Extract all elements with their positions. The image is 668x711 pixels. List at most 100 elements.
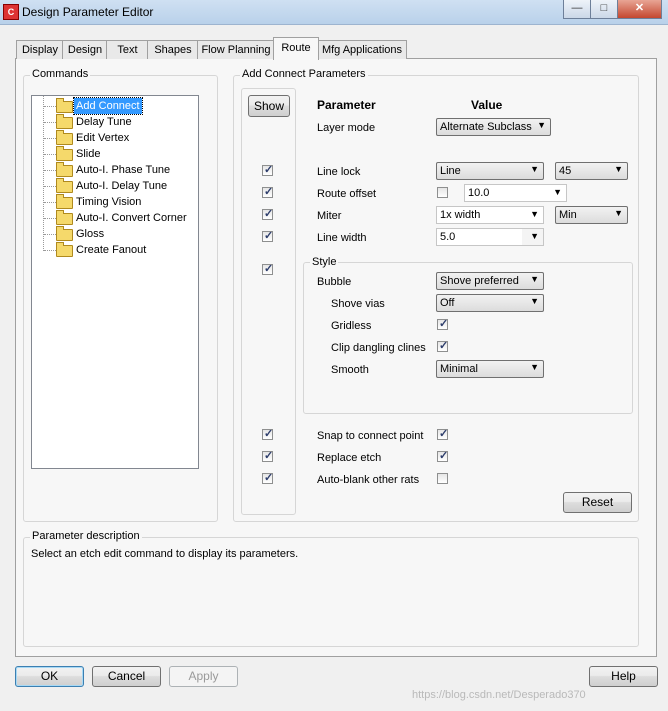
line-width-show-checkbox[interactable] [262,229,273,242]
tab-display[interactable]: Display [16,40,64,59]
tree-item-label: Auto-I. Convert Corner [76,212,187,224]
tree-item-label: Slide [76,148,101,160]
bubble-select[interactable]: Shove preferred ▼ [436,272,544,290]
line-lock-angle-select[interactable]: 45 ▼ [555,162,628,180]
chevron-down-icon: ▼ [530,209,539,219]
title-bar[interactable]: C Design Parameter Editor — □ ✕ [0,0,668,25]
miter-field[interactable]: 1x width ▼ [436,206,544,224]
route-offset-checkbox[interactable] [437,187,448,198]
watermark-text: https://blog.csdn.net/Desperado370 [412,689,586,701]
apply-button[interactable]: Apply [169,666,238,687]
commands-tree[interactable]: Add Connect Delay Tune Edit Vertex Slide… [31,95,199,469]
chevron-down-icon: ▼ [614,208,623,218]
tab-shapes[interactable]: Shapes [147,40,199,59]
shove-vias-label: Shove vias [331,298,385,310]
folder-icon [56,130,73,145]
auto-blank-label: Auto-blank other rats [317,474,420,486]
snap-checkbox[interactable] [437,427,448,440]
replace-etch-checkbox[interactable] [437,449,448,462]
tree-item-label: Create Fanout [76,244,147,256]
route-offset-label: Route offset [317,188,377,200]
tab-mfg-applications[interactable]: Mfg Applications [317,40,407,59]
miter-mode-select[interactable]: Min ▼ [555,206,628,224]
description-label: Parameter description [30,530,142,542]
clip-dangling-label: Clip dangling clines [331,342,426,354]
folder-icon [56,98,73,113]
auto-blank-checkbox[interactable] [437,473,448,484]
tree-item-auto-delay-tune[interactable]: Auto-I. Delay Tune [32,178,196,194]
line-lock-select[interactable]: Line ▼ [436,162,544,180]
tree-item-timing-vision[interactable]: Timing Vision [32,194,196,210]
chevron-down-icon: ▼ [537,120,546,130]
tree-item-delay-tune[interactable]: Delay Tune [32,114,196,130]
tree-item-create-fanout[interactable]: Create Fanout [32,242,196,258]
route-offset-show-checkbox[interactable] [262,185,273,198]
close-button[interactable]: ✕ [617,0,662,19]
style-show-checkbox[interactable] [262,262,273,275]
gridless-checkbox[interactable] [437,317,448,330]
folder-icon [56,226,73,241]
tree-item-auto-convert-corner[interactable]: Auto-I. Convert Corner [32,210,196,226]
folder-icon [56,194,73,209]
tree-item-label: Add Connect [73,97,143,115]
smooth-label: Smooth [331,364,369,376]
folder-icon [56,162,73,177]
tree-item-add-connect[interactable]: Add Connect [32,97,196,115]
parameter-header: Parameter [317,98,376,112]
chevron-down-icon: ▼ [530,274,539,284]
maximize-button[interactable]: □ [590,0,618,19]
folder-icon [56,210,73,225]
chevron-down-icon: ▼ [530,362,539,372]
clip-dangling-checkbox[interactable] [437,339,448,352]
folder-icon [56,242,73,257]
commands-label: Commands [30,68,91,80]
folder-icon [56,146,73,161]
tree-item-label: Auto-I. Phase Tune [76,164,171,176]
tab-text[interactable]: Text [106,40,149,59]
style-group-label: Style [310,256,339,268]
tab-route[interactable]: Route [273,37,319,60]
route-offset-field[interactable]: 10.0 ▼ [464,184,567,202]
tree-item-slide[interactable]: Slide [32,146,196,162]
cancel-button[interactable]: Cancel [92,666,161,687]
replace-etch-show-checkbox[interactable] [262,449,273,462]
auto-blank-show-checkbox[interactable] [262,471,273,484]
gridless-label: Gridless [331,320,372,332]
miter-label: Miter [317,210,342,222]
ok-button[interactable]: OK [15,666,84,687]
shove-vias-select[interactable]: Off ▼ [436,294,544,312]
smooth-select[interactable]: Minimal ▼ [436,360,544,378]
show-button[interactable]: Show [248,95,290,117]
tree-item-gloss[interactable]: Gloss [32,226,196,242]
folder-icon [56,114,73,129]
line-lock-show-checkbox[interactable] [262,163,273,176]
app-icon: C [3,4,19,20]
layer-mode-label: Layer mode [317,122,376,134]
reset-button[interactable]: Reset [563,492,632,513]
miter-show-checkbox[interactable] [262,207,273,220]
tree-item-auto-phase-tune[interactable]: Auto-I. Phase Tune [32,162,196,178]
window-title: Design Parameter Editor [22,5,154,19]
tab-flow-planning[interactable]: Flow Planning [197,40,275,59]
bubble-label: Bubble [317,276,352,288]
replace-etch-label: Replace etch [317,452,382,464]
description-text: Select an etch edit command to display i… [31,548,299,560]
line-width-field[interactable]: 5.0 ▼ [436,228,544,246]
tree-item-edit-vertex[interactable]: Edit Vertex [32,130,196,146]
value-header: Value [471,98,503,112]
tab-design[interactable]: Design [62,40,108,59]
chevron-down-icon: ▼ [530,296,539,306]
snap-show-checkbox[interactable] [262,427,273,440]
chevron-down-icon: ▼ [614,164,623,174]
minimize-button[interactable]: — [563,0,591,19]
tree-item-label: Gloss [76,228,105,240]
tree-item-label: Edit Vertex [76,132,130,144]
tree-item-label: Auto-I. Delay Tune [76,180,168,192]
folder-icon [56,178,73,193]
chevron-down-icon: ▼ [530,231,539,241]
help-button[interactable]: Help [589,666,658,687]
layer-mode-select[interactable]: Alternate Subclass ▼ [436,118,551,136]
params-group-label: Add Connect Parameters [240,68,368,80]
line-width-label: Line width [317,232,367,244]
tree-item-label: Timing Vision [76,196,142,208]
